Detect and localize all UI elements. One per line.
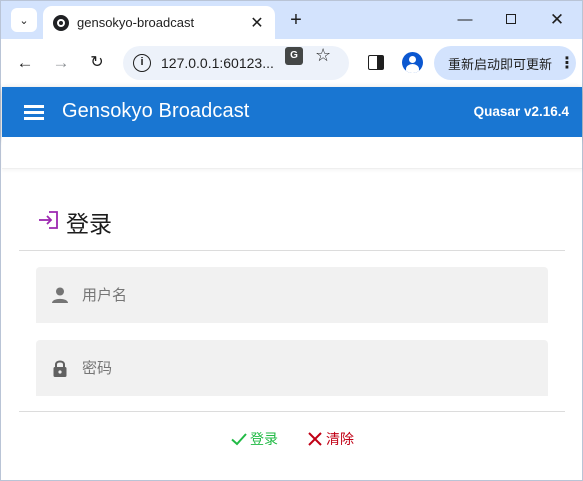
card-separator: [19, 411, 565, 412]
maximize-button[interactable]: [491, 7, 531, 33]
check-icon: [231, 433, 247, 446]
bookmark-star-icon[interactable]: ☆: [315, 45, 331, 66]
window-close-button[interactable]: ✕: [537, 7, 577, 33]
tab-search-button[interactable]: ⌄: [11, 8, 37, 32]
card-actions: 登录 清除: [19, 427, 565, 451]
url-text[interactable]: 127.0.0.1:60123...: [161, 55, 281, 71]
profile-avatar-icon[interactable]: [402, 52, 423, 73]
reload-button[interactable]: ↻: [85, 51, 109, 75]
browser-toolbar: ← → ↻ i 127.0.0.1:60123... G ☆ 重新启动即可更新 …: [1, 39, 582, 87]
tab-close-icon[interactable]: ✕: [249, 13, 265, 33]
maximize-icon: [506, 13, 516, 24]
password-field[interactable]: [36, 340, 548, 396]
update-restart-button[interactable]: 重新启动即可更新 ⋮: [434, 46, 576, 80]
browser-window: ⌄ gensokyo-broadcast ✕ + — ✕ ← → ↻ i 127…: [0, 0, 583, 481]
clear-button-label: 清除: [326, 431, 354, 447]
app-header: Gensokyo Broadcast Quasar v2.16.4: [2, 87, 582, 137]
person-icon: [50, 285, 70, 305]
login-button[interactable]: 登录: [230, 427, 278, 451]
login-title: 登录: [66, 211, 112, 237]
login-card-header: 登录: [19, 177, 565, 251]
new-tab-button[interactable]: +: [284, 9, 308, 33]
favicon-icon: [53, 14, 69, 31]
tab-title: gensokyo-broadcast: [77, 15, 195, 30]
app-title: Gensokyo Broadcast: [62, 100, 250, 122]
username-input[interactable]: [82, 267, 532, 323]
site-info-icon[interactable]: i: [133, 54, 151, 72]
update-button-label: 重新启动即可更新: [448, 56, 553, 72]
top-strip: [2, 137, 582, 169]
forward-button[interactable]: →: [49, 51, 73, 75]
minimize-button[interactable]: —: [445, 7, 485, 33]
browser-tab[interactable]: gensokyo-broadcast ✕: [43, 6, 275, 39]
lock-icon: [50, 358, 70, 378]
password-input[interactable]: [82, 340, 532, 396]
login-icon: [38, 210, 60, 230]
clear-button[interactable]: 清除: [306, 427, 354, 451]
tab-strip: ⌄ gensokyo-broadcast ✕ + — ✕: [1, 1, 582, 39]
chevron-down-icon: ⌄: [19, 14, 29, 27]
side-panel-icon[interactable]: [368, 55, 384, 70]
more-menu-icon[interactable]: ⋮: [558, 53, 576, 73]
translate-icon[interactable]: G: [285, 47, 303, 65]
login-button-label: 登录: [250, 431, 278, 447]
close-icon: [308, 432, 322, 446]
back-button[interactable]: ←: [13, 51, 37, 75]
page-content: 登录 用户名 登录 清除: [2, 137, 582, 480]
username-field[interactable]: [36, 267, 548, 323]
app-version: Quasar v2.16.4: [473, 104, 569, 119]
login-card: 登录 用户名 登录 清除: [19, 177, 565, 477]
menu-icon[interactable]: [24, 105, 44, 120]
